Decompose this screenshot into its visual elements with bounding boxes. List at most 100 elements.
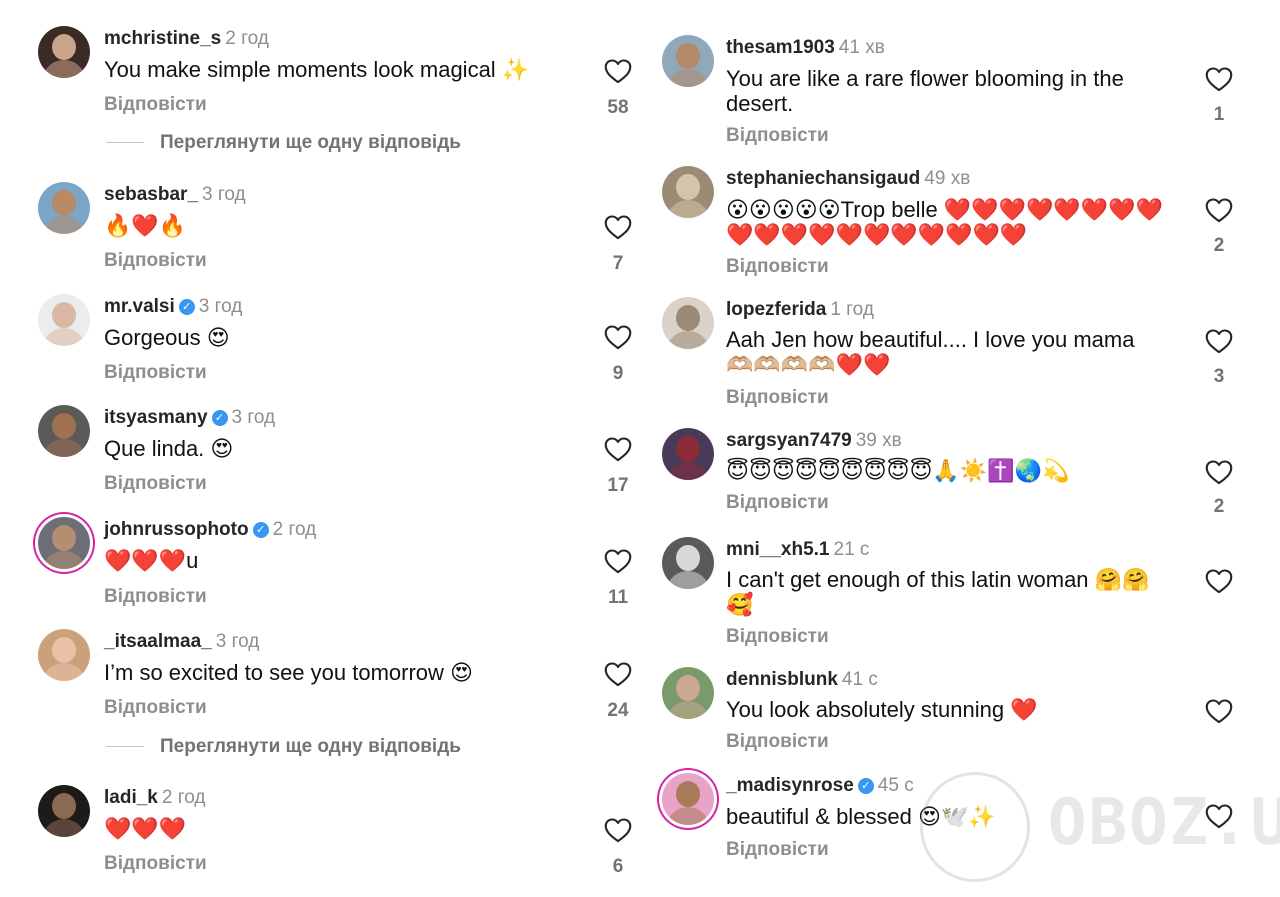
divider-line — [106, 142, 144, 144]
avatar[interactable] — [662, 166, 714, 218]
comment-username[interactable]: sargsyan7479 39 хв — [726, 430, 902, 452]
comment-text: Que linda. 😍 — [104, 436, 234, 461]
comment-username[interactable]: _itsaalmaa_ 3 год — [104, 631, 259, 653]
reply-button[interactable]: Відповісти — [104, 94, 207, 116]
username-label[interactable]: itsyasmany — [104, 407, 208, 428]
like-heart-icon[interactable] — [604, 548, 632, 574]
avatar[interactable] — [38, 294, 90, 346]
verified-badge-icon: ✓ — [211, 410, 228, 426]
reply-button[interactable]: Відповісти — [726, 256, 829, 278]
view-more-replies-button[interactable]: Переглянути ще одну відповідь — [106, 736, 461, 758]
username-label[interactable]: lopezferida — [726, 299, 826, 320]
view-more-replies-button[interactable]: Переглянути ще одну відповідь — [106, 132, 461, 154]
like-heart-icon[interactable] — [1205, 328, 1233, 354]
comment-username[interactable]: mchristine_s 2 год — [104, 28, 269, 50]
like-count: 24 — [607, 700, 629, 721]
reply-button[interactable]: Відповісти — [104, 362, 207, 384]
comment-text: 😮😮😮😮😮Trop belle ❤️❤️❤️❤️❤️❤️❤️❤️❤️❤️❤️❤️… — [726, 197, 1163, 247]
like-count: 17 — [607, 475, 629, 496]
avatar[interactable] — [662, 667, 714, 719]
like-count: 11 — [607, 587, 629, 608]
comment-timestamp: 1 год — [830, 299, 874, 320]
comment-username[interactable]: johnrussophoto ✓ 2 год — [104, 519, 316, 541]
avatar[interactable] — [662, 773, 714, 825]
comment-username[interactable]: dennisblunk 41 с — [726, 669, 878, 691]
avatar[interactable] — [38, 517, 90, 569]
comment-timestamp: 2 год — [272, 519, 317, 540]
verified-badge-icon: ✓ — [252, 522, 269, 538]
reply-button[interactable]: Відповісти — [104, 697, 207, 719]
avatar[interactable] — [38, 405, 90, 457]
username-label[interactable]: ladi_k — [104, 787, 158, 808]
username-label[interactable]: _madisynrose — [726, 775, 854, 796]
reply-button[interactable]: Відповісти — [726, 626, 829, 648]
like-heart-icon[interactable] — [604, 817, 632, 843]
like-count: 2 — [1213, 496, 1225, 517]
comment-timestamp: 2 год — [161, 787, 206, 808]
like-heart-icon[interactable] — [604, 324, 632, 350]
like-heart-icon[interactable] — [1205, 698, 1233, 724]
reply-button[interactable]: Відповісти — [726, 839, 829, 861]
reply-button[interactable]: Відповісти — [104, 473, 207, 495]
like-heart-icon[interactable] — [604, 436, 632, 462]
comment-text: 🔥❤️🔥 — [104, 213, 187, 238]
comment-username[interactable]: lopezferida 1 год — [726, 299, 874, 321]
username-label[interactable]: sargsyan7479 — [726, 430, 852, 451]
comment-username[interactable]: itsyasmany ✓ 3 год — [104, 407, 275, 429]
comment-text: I’m so excited to see you tomorrow 😍 — [104, 660, 473, 685]
username-label[interactable]: johnrussophoto — [104, 519, 249, 540]
comment-username[interactable]: mni__xh5.1 21 с — [726, 539, 869, 561]
avatar[interactable] — [662, 537, 714, 589]
comment-text: I can't get enough of this latin woman 🤗… — [726, 567, 1150, 617]
username-label[interactable]: stephaniechansigaud — [726, 168, 920, 189]
avatar[interactable] — [38, 629, 90, 681]
comment-username[interactable]: mr.valsi ✓ 3 год — [104, 296, 242, 318]
like-count: 3 — [1213, 366, 1225, 387]
comment-username[interactable]: ladi_k 2 год — [104, 787, 205, 809]
comment-username[interactable]: sebasbar_ 3 год — [104, 184, 246, 206]
like-heart-icon[interactable] — [1205, 459, 1233, 485]
comment-username[interactable]: thesam1903 41 хв — [726, 37, 885, 59]
like-heart-icon[interactable] — [604, 58, 632, 84]
comment-text: Gorgeous 😍 — [104, 325, 230, 350]
avatar[interactable] — [38, 26, 90, 78]
reply-button[interactable]: Відповісти — [726, 492, 829, 514]
username-label[interactable]: sebasbar_ — [104, 184, 198, 205]
watermark: OBOZ.UA — [920, 768, 1280, 884]
like-heart-icon[interactable] — [1205, 568, 1233, 594]
verified-badge-icon: ✓ — [178, 299, 195, 315]
reply-button[interactable]: Відповісти — [726, 731, 829, 753]
avatar[interactable] — [38, 182, 90, 234]
username-label[interactable]: _itsaalmaa_ — [104, 631, 212, 652]
avatar[interactable] — [662, 428, 714, 480]
comment-username[interactable]: stephaniechansigaud 49 хв — [726, 168, 970, 190]
reply-button[interactable]: Відповісти — [726, 387, 829, 409]
comment-timestamp: 3 год — [198, 296, 243, 317]
comment-text: You look absolutely stunning ❤️ — [726, 697, 1038, 722]
like-heart-icon[interactable] — [604, 214, 632, 240]
watermark-text: OBOZ.UA — [1048, 786, 1280, 860]
username-label[interactable]: mchristine_s — [104, 28, 221, 49]
avatar[interactable] — [662, 35, 714, 87]
username-label[interactable]: dennisblunk — [726, 669, 838, 690]
reply-button[interactable]: Відповісти — [726, 125, 829, 147]
like-count: 1 — [1213, 104, 1225, 125]
like-heart-icon[interactable] — [1205, 197, 1233, 223]
like-heart-icon[interactable] — [604, 661, 632, 687]
avatar[interactable] — [38, 785, 90, 837]
reply-button[interactable]: Відповісти — [104, 853, 207, 875]
comment-text: 😇😇😇😇😇😇😇😇😇🙏☀️✝️🌏💫 — [726, 458, 1070, 483]
view-more-label[interactable]: Переглянути ще одну відповідь — [160, 132, 461, 153]
avatar[interactable] — [662, 297, 714, 349]
like-count: 2 — [1213, 235, 1225, 256]
reply-button[interactable]: Відповісти — [104, 250, 207, 272]
comment-username[interactable]: _madisynrose ✓ 45 с — [726, 775, 914, 797]
comment-timestamp: 45 с — [877, 775, 914, 796]
reply-button[interactable]: Відповісти — [104, 586, 207, 608]
username-label[interactable]: mr.valsi — [104, 296, 175, 317]
like-heart-icon[interactable] — [1205, 66, 1233, 92]
like-count: 6 — [612, 856, 624, 877]
username-label[interactable]: thesam1903 — [726, 37, 835, 58]
view-more-label[interactable]: Переглянути ще одну відповідь — [160, 736, 461, 757]
username-label[interactable]: mni__xh5.1 — [726, 539, 830, 560]
